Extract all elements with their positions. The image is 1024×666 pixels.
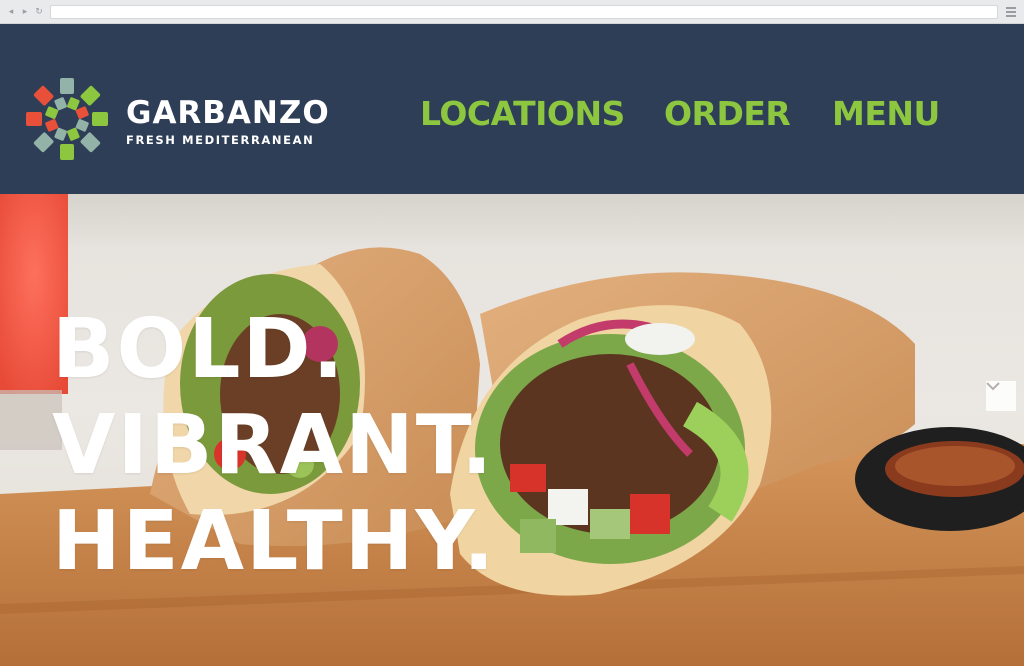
reload-icon[interactable]: ↻ (34, 6, 44, 18)
logo-inner-tile (54, 97, 67, 111)
address-bar[interactable] (50, 5, 998, 19)
brand[interactable]: GARBANZO FRESH MEDITERRANEAN (126, 97, 330, 147)
hero-section: BOLD. VIBRANT. HEALTHY. (0, 194, 1024, 666)
headline-line-2: VIBRANT. (52, 398, 495, 493)
logo-inner-tile (67, 97, 80, 111)
hero-headline: BOLD. VIBRANT. HEALTHY. (52, 302, 496, 590)
logo-outer-tile (60, 144, 74, 160)
forward-icon[interactable]: ▸ (20, 6, 30, 18)
headline-line-1: BOLD. (52, 302, 346, 397)
logo-outer-tile (33, 132, 54, 153)
brand-name: GARBANZO (126, 95, 330, 131)
chevron-down-icon (986, 382, 1000, 391)
logo-inner-tile (54, 127, 67, 141)
logo-outer-tile (26, 112, 42, 126)
logo-outer-tile (80, 132, 101, 153)
site-header: GARBANZO FRESH MEDITERRANEAN LOCATIONS O… (0, 24, 1024, 194)
logo-inner-tile (45, 106, 59, 119)
headline-line-3: HEALTHY. (52, 494, 497, 589)
logo-outer-tile (33, 85, 54, 106)
logo-outer-tile (92, 112, 108, 126)
logo-inner-tile (75, 119, 89, 132)
logo-outer-tile (60, 78, 74, 94)
logo-inner-tile (67, 127, 80, 141)
logo-outer-tile (80, 85, 101, 106)
brand-tagline: FRESH MEDITERRANEAN (126, 133, 315, 147)
logo-inner-tile (45, 119, 59, 132)
nav-menu[interactable]: MENU (832, 94, 940, 134)
nav-order[interactable]: ORDER (664, 94, 791, 134)
scroll-down-button[interactable] (986, 381, 1016, 411)
browser-nav-buttons: ◂ ▸ ↻ (6, 6, 44, 18)
back-icon[interactable]: ◂ (6, 6, 16, 18)
nav-locations[interactable]: LOCATIONS (420, 94, 625, 134)
hamburger-menu-icon[interactable] (1006, 7, 1016, 17)
logo-inner-tile (75, 106, 89, 119)
browser-toolbar: ◂ ▸ ↻ (0, 0, 1024, 24)
garbanzo-logo-icon[interactable] (22, 74, 112, 164)
